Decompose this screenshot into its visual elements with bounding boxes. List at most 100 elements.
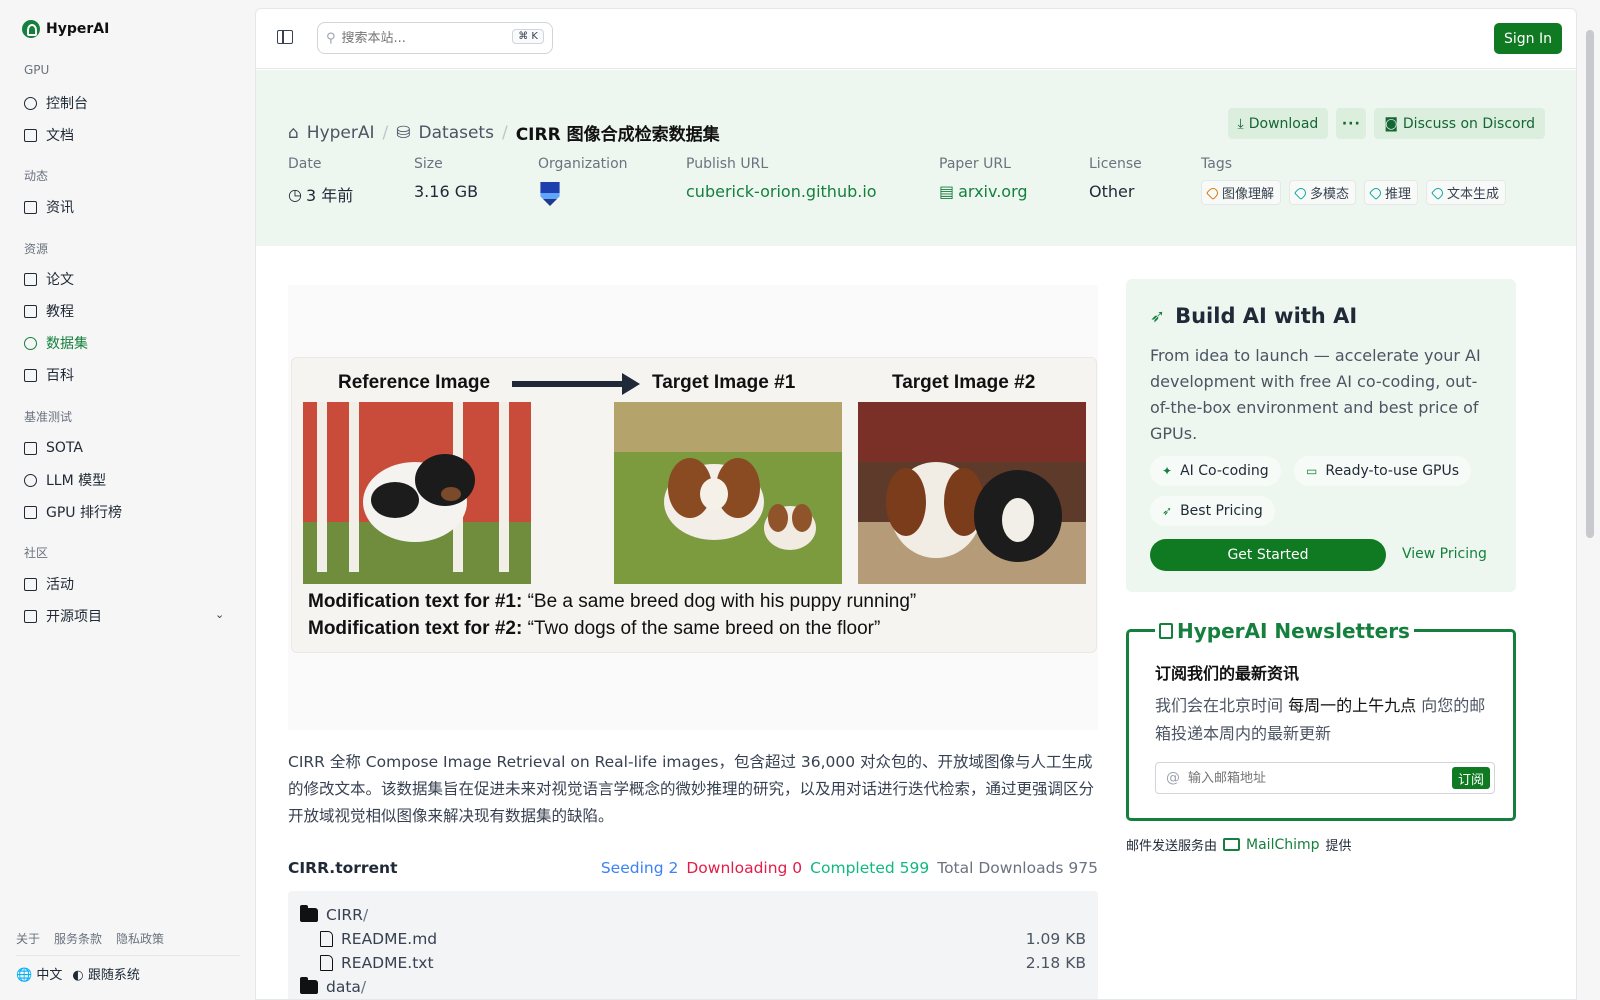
- file-tree-row[interactable]: README.txt 2.18 KB: [300, 951, 1086, 975]
- file-name: README.txt: [341, 954, 434, 972]
- search-box[interactable]: ⚲ ⌘ K: [317, 22, 553, 54]
- feature-label: Ready-to-use GPUs: [1325, 463, 1460, 479]
- document-icon: ▤: [939, 182, 955, 201]
- publish-url-link[interactable]: cuberick-orion.github.io: [686, 182, 939, 201]
- list-icon: [24, 609, 37, 623]
- file-tree-row[interactable]: README.md 1.09 KB: [300, 927, 1086, 951]
- completed-count: Completed 599: [810, 859, 930, 877]
- meta-publish-url: Publish URL cuberick-orion.github.io: [686, 156, 939, 206]
- reference-photo: [303, 402, 531, 584]
- sidebar-item-label: 控制台: [46, 96, 88, 112]
- breadcrumb-home[interactable]: HyperAI: [307, 123, 375, 143]
- chevron-down-icon[interactable]: ⌄: [215, 608, 224, 621]
- seeding-count: Seeding 2: [600, 859, 679, 877]
- feature-gpus: ▭ Ready-to-use GPUs: [1294, 456, 1472, 486]
- sidebar-item-label: 数据集: [46, 336, 88, 352]
- feature-pricing: ➶ Best Pricing: [1150, 496, 1275, 526]
- bar-chart-icon: [24, 441, 37, 455]
- theme-switcher[interactable]: ◐ 跟随系统: [72, 964, 140, 983]
- sidebar-item-sota[interactable]: SOTA: [24, 437, 83, 459]
- caption-1: Modification text for #1: “Be a same bre…: [308, 591, 916, 613]
- sidebar-item-tutorials[interactable]: 教程: [24, 300, 74, 322]
- downloading-count: Downloading 0: [686, 859, 803, 877]
- tag-icon: [1368, 185, 1384, 200]
- file-tree: CIRR / README.md 1.09 KB README.txt 2.18 …: [288, 891, 1098, 999]
- sidebar-item-llm[interactable]: LLM 模型: [24, 469, 106, 491]
- sign-in-button[interactable]: Sign In: [1494, 23, 1562, 54]
- tag[interactable]: 文本生成: [1426, 180, 1507, 205]
- sidebar-item-wiki[interactable]: 百科: [24, 364, 74, 386]
- shortcut-hint: ⌘ K: [512, 29, 544, 44]
- sidebar-item-papers[interactable]: 论文: [24, 268, 74, 290]
- theme-label: 跟随系统: [87, 968, 140, 983]
- file-tree-row[interactable]: data /: [300, 975, 1086, 999]
- nav-section-community: 社区: [24, 546, 49, 560]
- sidebar-item-news[interactable]: 资讯: [24, 196, 74, 218]
- file-tree-row[interactable]: CIRR /: [300, 903, 1086, 927]
- scrollbar-thumb[interactable]: [1586, 30, 1594, 538]
- tag[interactable]: 推理: [1364, 180, 1419, 205]
- meta-label: Paper URL: [939, 156, 1011, 172]
- more-button[interactable]: ···: [1336, 108, 1367, 139]
- sidebar-item-label: 资讯: [46, 200, 74, 216]
- sidebar-item-datasets[interactable]: 数据集: [24, 332, 88, 354]
- meta-size: Size 3.16 GB: [414, 156, 538, 206]
- download-label: Download: [1248, 115, 1319, 132]
- paper-url-link[interactable]: ▤ arxiv.org: [939, 182, 1089, 201]
- arrow-right-icon: [512, 373, 640, 395]
- newspaper-icon: [1159, 623, 1173, 639]
- sidebar-item-open-source[interactable]: 开源项目: [24, 605, 102, 627]
- page-scrollbar[interactable]: [1578, 0, 1600, 1000]
- mail-icon: [1223, 838, 1241, 851]
- language-switcher[interactable]: 🌐 中文: [16, 964, 62, 983]
- provider-text: 提供: [1325, 839, 1352, 854]
- breadcrumb-datasets[interactable]: Datasets: [419, 123, 494, 143]
- tag[interactable]: 多模态: [1289, 180, 1357, 205]
- newsletter-title: HyperAI Newsletters: [1155, 619, 1414, 643]
- folder-name: CIRR: [326, 906, 363, 924]
- mail-provider-note: 邮件发送服务由 MailChimp 提供: [1126, 835, 1352, 855]
- meta-value: ◷ 3 年前: [288, 182, 414, 206]
- get-started-button[interactable]: Get Started: [1150, 539, 1386, 571]
- hyperai-logo-icon: [22, 20, 40, 38]
- file-icon: [320, 955, 333, 971]
- footer-link-terms[interactable]: 服务条款: [54, 930, 102, 947]
- path-separator: /: [362, 906, 369, 924]
- sidebar-item-label: 开源项目: [46, 609, 102, 625]
- feature-label: Best Pricing: [1180, 503, 1263, 519]
- promo-text: From idea to launch — accelerate your AI…: [1150, 346, 1481, 443]
- rocket-icon: ➶: [1162, 504, 1173, 518]
- email-input[interactable]: [1188, 770, 1438, 786]
- path-separator: /: [360, 978, 367, 996]
- footer-link-about[interactable]: 关于: [16, 930, 40, 947]
- view-pricing-link[interactable]: View Pricing: [1402, 546, 1487, 562]
- download-button[interactable]: ⤓ Download: [1227, 108, 1329, 139]
- subscribe-button[interactable]: 订阅: [1451, 767, 1490, 789]
- brand[interactable]: HyperAI: [22, 20, 109, 38]
- sidebar-item-label: GPU 排行榜: [46, 505, 122, 521]
- discord-button[interactable]: ◙ Discuss on Discord: [1374, 108, 1545, 139]
- tag-list: 图像理解 多模态 推理 文本生成: [1201, 180, 1507, 205]
- figure-card: Reference Image Target Image #1 Target I…: [291, 357, 1097, 653]
- file-icon: [320, 931, 333, 947]
- sidebar-item-events[interactable]: 活动: [24, 573, 74, 595]
- sidebar-item-console[interactable]: 控制台: [24, 92, 88, 114]
- gauge-icon: [24, 96, 37, 110]
- mailchimp-link[interactable]: MailChimp: [1246, 837, 1320, 853]
- file-name: README.md: [341, 930, 438, 948]
- database-icon: [24, 336, 37, 350]
- sidebar-toggle-icon[interactable]: [277, 30, 293, 44]
- organization-logo[interactable]: [540, 182, 560, 206]
- folder-icon: [300, 905, 318, 922]
- promo-title: ➶ Build AI with AI: [1150, 304, 1357, 328]
- email-field[interactable]: @ 订阅: [1155, 762, 1495, 794]
- nav-section-benchmarks: 基准测试: [24, 410, 73, 424]
- footer-link-privacy[interactable]: 隐私政策: [116, 930, 164, 947]
- meta-paper-url: Paper URL ▤ arxiv.org: [939, 156, 1089, 206]
- feature-ai-coding: ✦ AI Co-coding: [1150, 456, 1281, 486]
- dataset-header: ⌂ HyperAI / ⛁ Datasets / CIRR 图像合成检索数据集 …: [256, 70, 1576, 246]
- sidebar-item-gpu-leaderboard[interactable]: GPU 排行榜: [24, 501, 122, 523]
- search-input[interactable]: [341, 30, 502, 46]
- tag[interactable]: 图像理解: [1201, 180, 1282, 205]
- sidebar-item-docs[interactable]: 文档: [24, 124, 74, 146]
